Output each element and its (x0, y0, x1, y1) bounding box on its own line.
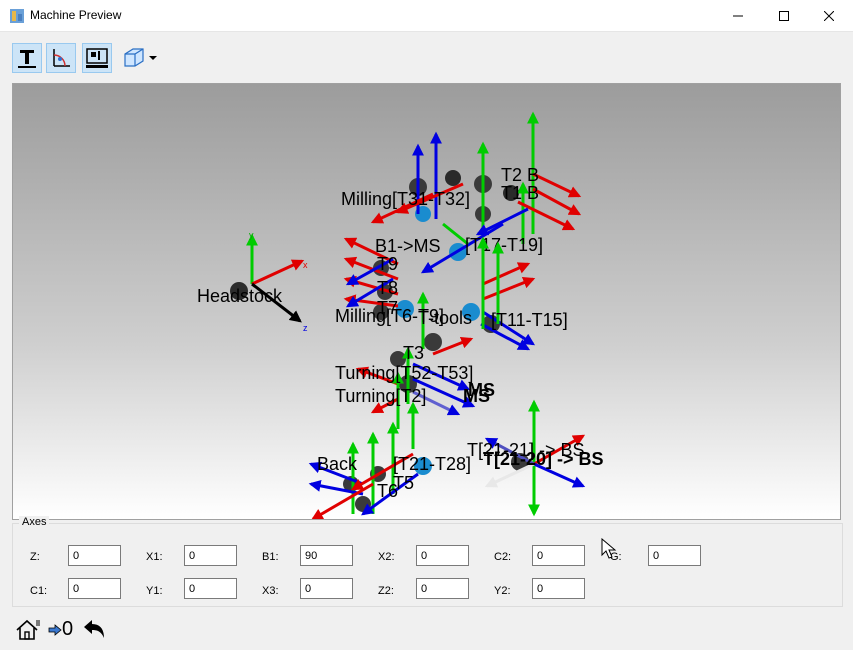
axes-groupbox: Axes Z: X1: B1: X2: C2: G: C1: Y1: X3: Z… (12, 516, 843, 607)
turning1-label: Turning[T52-T53] (335, 363, 473, 383)
axes-legend: Axes (19, 516, 50, 528)
undo-button[interactable] (82, 618, 106, 640)
axis-b1-label: B1: (262, 551, 279, 563)
home-icon (16, 619, 40, 640)
maximize-icon (779, 10, 789, 21)
upper-turret-cluster: Milling[T31-T32] T2 B T1 B B1->MS [T17-T… (341, 111, 582, 274)
text-T-icon (18, 50, 36, 68)
bottom-toolbar: 0 (0, 610, 853, 650)
turning2-label: Turning[T2] (335, 386, 426, 406)
undo-arrow-icon (84, 620, 104, 638)
t21-bs2-label: T[21-20] -> BS (483, 449, 604, 469)
chevron-down-icon (149, 56, 157, 60)
step-counter[interactable]: 0 (48, 618, 73, 641)
axis-b1-input[interactable] (300, 545, 353, 566)
ms-label-2: MS (463, 386, 490, 406)
toolbar (0, 32, 853, 80)
ms17-label: [T17-T19] (465, 235, 543, 255)
axis-z2-label: Z2: (378, 585, 394, 597)
axis-z-label: z (303, 323, 308, 333)
home-button[interactable] (15, 618, 41, 642)
app-icon (10, 9, 24, 23)
window-title: Machine Preview (30, 8, 122, 22)
t8-label: T8 (377, 278, 398, 298)
step-value: 0 (62, 618, 74, 640)
axis-x1-label: X1: (146, 551, 163, 563)
coordinate-origin-icon (53, 49, 70, 67)
t3-label: T3 (403, 343, 424, 363)
cube-icon (124, 48, 144, 67)
t2-b-label: T2 B (501, 165, 539, 185)
axis-z2-input[interactable] (416, 578, 469, 599)
back-label: Back (317, 454, 358, 474)
view-cube-button[interactable] (116, 43, 162, 73)
axis-x3-input[interactable] (300, 578, 353, 599)
minimize-button[interactable] (715, 0, 761, 31)
axis-x-label: x (303, 260, 308, 270)
back-spindle-frame: T[21-21] -> BS T[21-20] -> BS (467, 399, 604, 517)
axis-c2-label: C2: (494, 551, 512, 563)
t1-b-label: T1 B (501, 183, 539, 203)
t11-15-label: [T11-T15] (491, 310, 568, 330)
milling-top-label: Milling[T31-T32] (341, 189, 470, 209)
axis-y1-label: Y1: (146, 585, 163, 597)
axis-c2-input[interactable] (532, 545, 585, 566)
toggle-tools-button[interactable] (82, 43, 112, 73)
machine-scene: y x z Headstock Milling[T31-T32] T2 B T1… (197, 111, 604, 519)
axis-x2-label: X2: (378, 551, 395, 563)
toggle-labels-button[interactable] (12, 43, 42, 73)
mouse-cursor-icon (601, 538, 617, 559)
back-spindle-cluster: Back [T21-T28] T5 T6 (308, 421, 471, 519)
axis-y2-label: Y2: (494, 585, 511, 597)
axis-x1-input[interactable] (184, 545, 237, 566)
machine-3d-viewport[interactable]: y x z Headstock Milling[T31-T32] T2 B T1… (12, 83, 841, 520)
b1-ms-label: B1->MS (375, 236, 441, 256)
tools-label: T-tools (418, 308, 472, 328)
toggle-origin-button[interactable] (46, 43, 76, 73)
tool-holder-icon (86, 48, 108, 68)
title-bar: Machine Preview (0, 0, 853, 32)
headstock-frame: y x z Headstock (197, 230, 308, 333)
axis-z-input[interactable] (68, 545, 121, 566)
t6-label: T6 (377, 481, 398, 501)
axis-y-label: y (249, 230, 254, 240)
close-icon (824, 10, 834, 21)
t9-label: T9 (377, 254, 398, 274)
maximize-button[interactable] (761, 0, 807, 31)
minimize-icon (733, 15, 743, 16)
t21-28-label: [T21-T28] (393, 454, 471, 474)
axis-x3-label: X3: (262, 585, 279, 597)
axis-g-input[interactable] (648, 545, 701, 566)
close-button[interactable] (806, 0, 852, 31)
headstock-label: Headstock (197, 286, 283, 306)
axis-z-label: Z: (30, 551, 40, 563)
axis-x2-input[interactable] (416, 545, 469, 566)
axis-c1-input[interactable] (68, 578, 121, 599)
arrow-right-icon (48, 623, 62, 636)
axis-c1-label: C1: (30, 585, 48, 597)
axis-y2-input[interactable] (532, 578, 585, 599)
axis-y1-input[interactable] (184, 578, 237, 599)
